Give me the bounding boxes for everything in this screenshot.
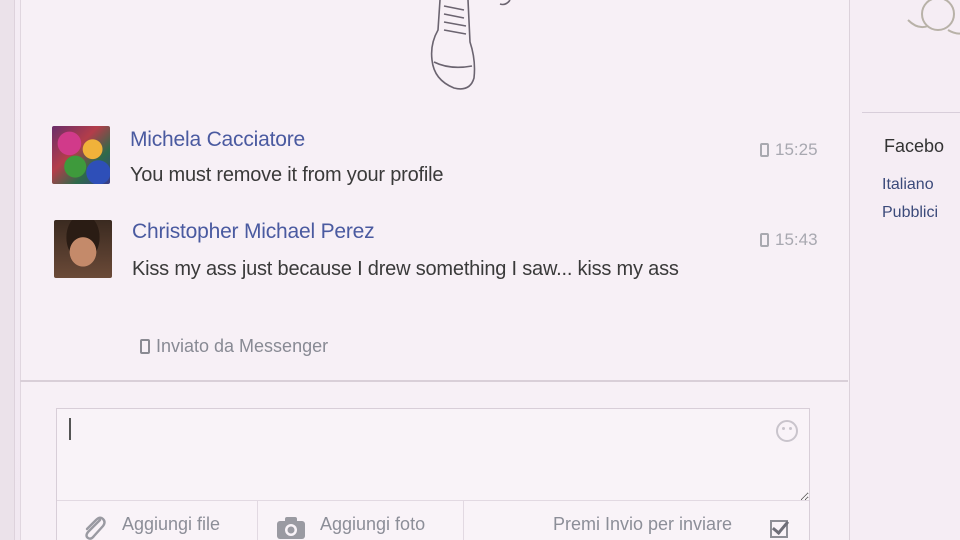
time-label: 15:25 (775, 140, 818, 159)
enter-to-send-checkbox[interactable] (770, 520, 788, 538)
message-text: You must remove it from your profile (130, 164, 444, 186)
message-time: 15:43 (760, 230, 818, 250)
boot-sketch-image (430, 0, 511, 90)
avatar[interactable] (54, 220, 112, 278)
time-label: 15:43 (775, 230, 818, 249)
footer-title: Facebo (884, 136, 945, 156)
phone-icon (140, 339, 150, 354)
divider (862, 112, 960, 113)
sender-name[interactable]: Michela Cacciatore (130, 128, 305, 152)
phone-icon (760, 143, 769, 157)
enter-to-send-label: Premi Invio per inviare (553, 514, 733, 534)
paperclip-icon[interactable] (80, 514, 108, 540)
message-input[interactable] (57, 409, 809, 501)
right-sidebar (850, 0, 960, 540)
divider (463, 501, 464, 540)
divider (257, 501, 258, 540)
left-edge (0, 0, 15, 540)
add-photo-button[interactable]: Aggiungi foto (320, 496, 425, 536)
text-caret (69, 418, 71, 440)
decorative-image (907, 0, 960, 35)
sent-via-label: Inviato da Messenger (156, 336, 329, 356)
phone-icon (760, 233, 769, 247)
sender-name[interactable]: Christopher Michael Perez (132, 220, 375, 244)
add-file-button[interactable]: Aggiungi file (122, 496, 220, 536)
sent-via-messenger: Inviato da Messenger (140, 336, 328, 357)
messenger-page: Michela Cacciatore You must remove it fr… (0, 0, 960, 540)
avatar[interactable] (52, 126, 110, 184)
footer-link-language[interactable]: Italiano (882, 176, 934, 194)
camera-icon[interactable] (276, 516, 306, 540)
message-time: 15:25 (760, 140, 818, 160)
divider (20, 380, 848, 382)
message-text: Kiss my ass just because I drew somethin… (132, 258, 679, 280)
footer-link-advertising[interactable]: Pubblici (882, 204, 938, 222)
emoji-icon[interactable] (776, 420, 798, 442)
